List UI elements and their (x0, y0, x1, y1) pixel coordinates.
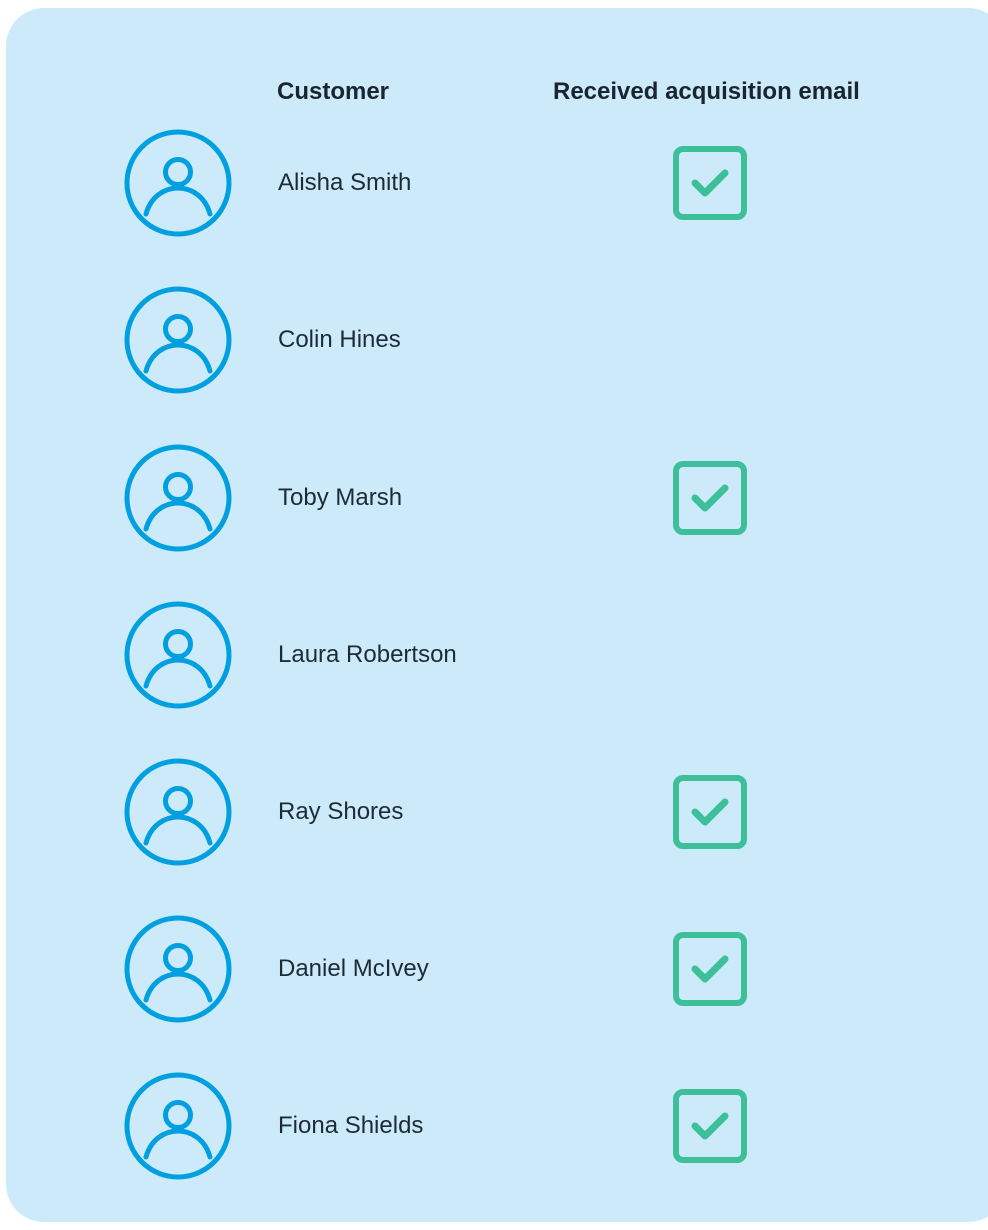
checkbox-checked-icon (673, 461, 747, 535)
header-customer: Customer (277, 78, 390, 105)
user-avatar-icon (124, 758, 232, 866)
customer-name: Toby Marsh (278, 484, 403, 511)
customer-name: Daniel McIvey (278, 955, 429, 982)
table-row: Daniel McIvey (6, 914, 988, 1024)
customer-name: Fiona Shields (278, 1112, 424, 1139)
checkbox-checked-icon (673, 146, 747, 220)
user-avatar-icon (124, 1072, 232, 1180)
table-row: Laura Robertson (6, 600, 988, 710)
customer-name: Colin Hines (278, 326, 401, 353)
user-avatar-icon (124, 129, 232, 237)
checkbox-checked-icon (673, 775, 747, 849)
user-avatar-icon (124, 286, 232, 394)
table-row: Fiona Shields (6, 1071, 988, 1181)
table-row: Alisha Smith (6, 128, 988, 238)
table-row: Toby Marsh (6, 443, 988, 553)
header-received-email: Received acquisition email (553, 78, 860, 105)
customer-name: Ray Shores (278, 798, 404, 825)
checkbox-checked-icon (673, 1089, 747, 1163)
customer-table-card: Customer Received acquisition email Alis… (6, 8, 988, 1222)
checkbox-checked-icon (673, 932, 747, 1006)
table-row: Colin Hines (6, 285, 988, 395)
user-avatar-icon (124, 444, 232, 552)
customer-name: Alisha Smith (278, 169, 412, 196)
user-avatar-icon (124, 915, 232, 1023)
table-header: Customer Received acquisition email (6, 72, 988, 112)
table-row: Ray Shores (6, 757, 988, 867)
customer-name: Laura Robertson (278, 641, 457, 668)
user-avatar-icon (124, 601, 232, 709)
